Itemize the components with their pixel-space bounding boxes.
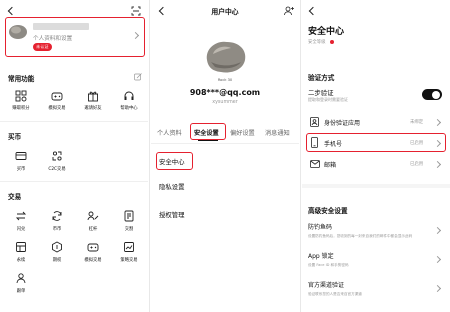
highlight-frame <box>190 123 226 140</box>
page-title: 用户中心 <box>211 8 239 16</box>
buy-crypto-icon[interactable] <box>15 150 27 162</box>
menu-authorization[interactable]: 授权管理 <box>159 210 185 219</box>
earn-points-icon[interactable] <box>15 90 27 102</box>
row-label: App 锁定 <box>308 253 334 260</box>
margin-icon[interactable] <box>87 210 99 222</box>
back-icon[interactable] <box>308 6 318 16</box>
chevron-right-icon <box>433 118 442 127</box>
tab-notifications[interactable]: 消息通知 <box>265 128 290 137</box>
perpetual-icon[interactable] <box>15 241 27 253</box>
divider <box>0 181 148 182</box>
flash-swap-icon[interactable] <box>15 210 27 222</box>
two-step-toggle[interactable] <box>422 89 442 100</box>
row-app-lock[interactable]: App 锁定 设置 Face ID 和手势密码 <box>308 251 446 273</box>
row-anti-phishing[interactable]: 防钓鱼码 设置防钓鱼码后，您收到的每一封来自我们的邮件中都会显示此码 <box>308 222 446 244</box>
two-step-description: 提取和登录时需要验证 <box>308 97 348 102</box>
row-status: 未绑定 <box>410 120 424 125</box>
edit-icon[interactable] <box>134 73 142 81</box>
two-step-label: 二步验证 <box>308 89 334 97</box>
security-center-panel: 安全中心 安全等级 验证方式 二步验证 提取和登录时需要验证 身份验证应用 未绑… <box>302 0 450 312</box>
row-label: 邮箱 <box>324 162 337 169</box>
chevron-right-icon <box>433 226 442 235</box>
scan-icon[interactable] <box>131 6 141 16</box>
avatar[interactable] <box>201 36 249 76</box>
divider <box>302 184 450 188</box>
section-title-verification: 验证方式 <box>308 74 335 82</box>
row-authenticator[interactable]: 身份验证应用 未绑定 <box>306 112 446 132</box>
row-label: 防钓鱼码 <box>308 224 333 231</box>
demo-trading-icon[interactable] <box>87 241 99 253</box>
trade-item-label: 杠杆 <box>88 227 98 232</box>
tab-preferences[interactable]: 偏好设置 <box>230 128 255 137</box>
common-item-label: 赚取积分 <box>12 106 30 111</box>
section-title-buy: 买币 <box>8 133 22 141</box>
divider <box>0 121 148 122</box>
strategy-icon[interactable] <box>123 241 135 253</box>
menu-privacy-settings[interactable]: 隐私设置 <box>159 182 185 191</box>
copy-trading-icon[interactable] <box>15 272 27 284</box>
security-level-dot <box>330 39 334 44</box>
gift-icon[interactable] <box>87 90 99 102</box>
buy-item-label: C2C交易 <box>48 167 66 172</box>
row-description: 设置防钓鱼码后，您收到的每一封来自我们的邮件中都会显示此码 <box>308 234 413 238</box>
row-description: 设置 Face ID 和手势密码 <box>308 263 349 267</box>
row-description: 验证联系您的人是否来自官方渠道 <box>308 292 362 296</box>
trade-item-label: 策略交易 <box>120 258 138 263</box>
trade-item-label: 交割 <box>124 227 134 232</box>
row-official-verification[interactable]: 官方渠道验证 验证联系您的人是否来自官方渠道 <box>308 280 446 302</box>
chevron-right-icon <box>433 160 442 169</box>
user-center-panel: 用户中心 Rock 30 908***@qq.com xysummer 个人资料… <box>151 0 299 312</box>
toggle-knob <box>432 90 440 99</box>
row-status: 已启用 <box>410 162 424 167</box>
trade-item-label: 币币 <box>52 227 62 232</box>
highlight-frame <box>5 17 145 57</box>
panel-separator <box>300 0 301 312</box>
authenticator-icon <box>310 117 319 127</box>
headset-icon[interactable] <box>123 90 135 102</box>
chevron-right-icon <box>433 255 442 264</box>
row-label: 官方渠道验证 <box>308 282 345 289</box>
buy-item-label: 买币 <box>16 167 26 172</box>
panel-separator <box>149 0 150 312</box>
highlight-frame <box>306 133 446 152</box>
common-item-label: 邀请好友 <box>84 106 102 111</box>
section-title-trade: 交易 <box>8 193 22 201</box>
add-user-icon[interactable] <box>284 6 294 16</box>
row-email[interactable]: 邮箱 已启用 <box>306 154 446 174</box>
common-item-label: 帮助中心 <box>120 106 138 111</box>
security-level-label: 安全等级 <box>308 40 326 45</box>
trade-item-label: 跟单 <box>16 289 26 294</box>
divider <box>151 143 299 144</box>
common-item-label: 模拟交易 <box>48 106 66 111</box>
trade-item-label: 期权 <box>52 258 62 263</box>
user-email: 908***@qq.com <box>189 88 261 97</box>
trade-item-label: 永续 <box>16 258 26 263</box>
section-title-advanced: 高级安全设置 <box>308 207 348 215</box>
demo-trading-icon[interactable] <box>51 90 63 102</box>
highlight-frame <box>156 152 193 170</box>
section-title-common: 常用功能 <box>8 75 35 83</box>
options-icon[interactable] <box>51 241 63 253</box>
c2c-icon[interactable] <box>51 150 63 162</box>
profile-panel: 个人资料和设置 未认证 常用功能 赚取积分 模拟交易 邀请好友 帮助中心 买币 … <box>0 0 148 312</box>
tab-profile[interactable]: 个人资料 <box>157 128 182 137</box>
page-title: 安全中心 <box>308 27 345 37</box>
avatar-tag: Rock 30 <box>217 78 233 82</box>
mail-icon <box>310 160 320 168</box>
trade-item-label: 模拟交易 <box>84 258 102 263</box>
delivery-icon[interactable] <box>123 210 135 222</box>
user-name: xysummer <box>212 100 238 105</box>
row-label: 身份验证应用 <box>324 120 361 127</box>
spot-icon[interactable] <box>51 210 63 222</box>
trade-item-label: 闪兑 <box>16 227 26 232</box>
back-icon[interactable] <box>7 6 17 16</box>
chevron-right-icon <box>433 284 442 293</box>
